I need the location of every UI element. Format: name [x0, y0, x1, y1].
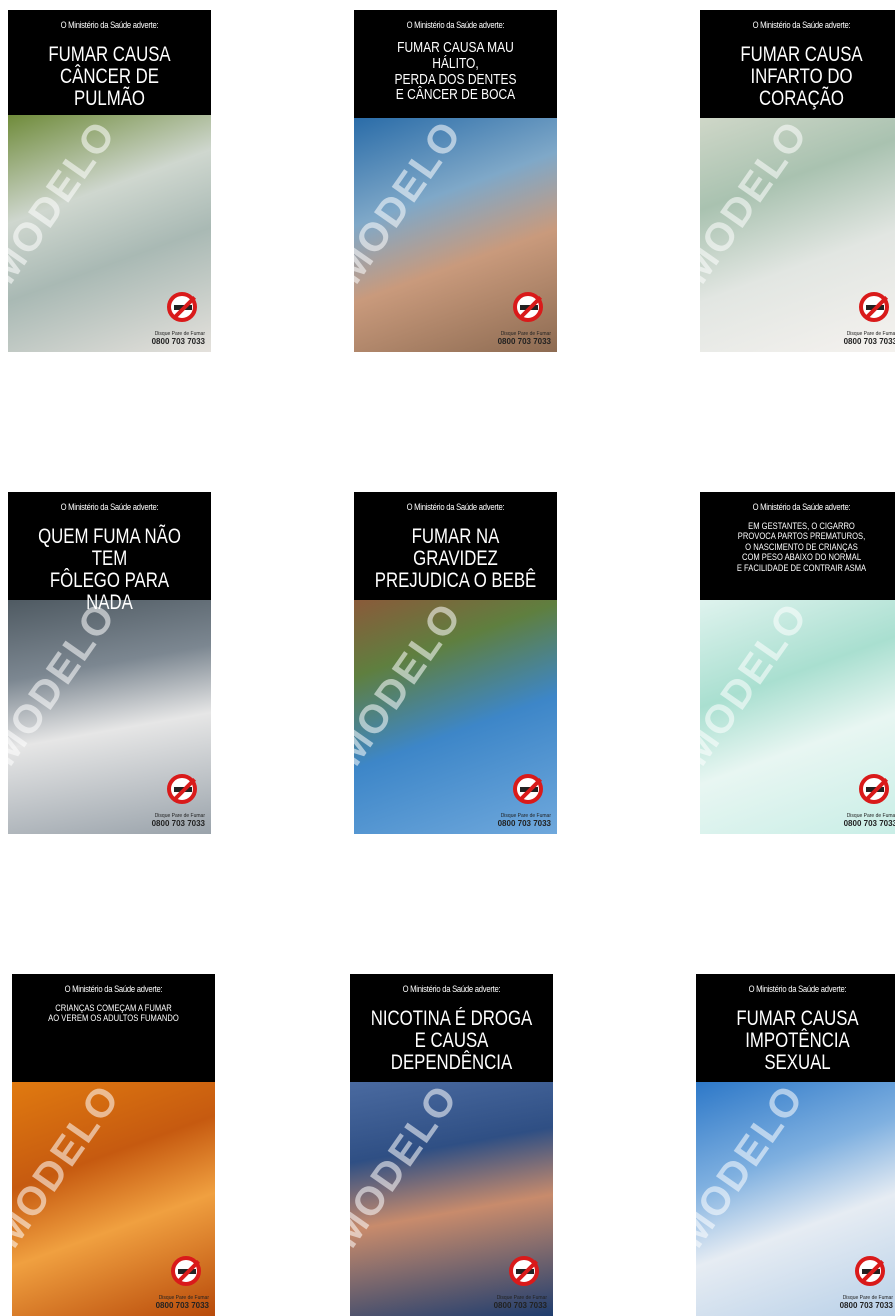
no-smoking-icon	[509, 1256, 539, 1286]
no-smoking-icon	[167, 774, 197, 804]
hotline: Disque Pare de Fumar 0800 703 7033	[843, 331, 895, 346]
card-header: O Ministério da Saúde adverte: FUMAR NA G…	[354, 492, 557, 600]
watermark: MODELO	[8, 112, 125, 292]
warning-message: CRIANÇAS COMEÇAM A FUMAR AO VEREM OS ADU…	[48, 1003, 179, 1025]
no-smoking-icon	[513, 292, 543, 322]
warning-label: O Ministério da Saúde adverte:	[752, 502, 851, 512]
warning-label: O Ministério da Saúde adverte:	[752, 20, 851, 30]
warning-label: O Ministério da Saúde adverte:	[402, 984, 501, 994]
no-smoking-icon	[513, 774, 543, 804]
warning-message: FUMAR CAUSA IMPOTÊNCIA SEXUAL	[736, 1007, 859, 1075]
hotline: Disque Pare de Fumar 0800 703 7033	[493, 1295, 547, 1310]
card-header: O Ministério da Saúde adverte: FUMAR CAUS…	[354, 10, 557, 118]
watermark: MODELO	[8, 594, 125, 774]
no-smoking-icon	[171, 1256, 201, 1286]
warning-card: MODELO O Ministério da Saúde adverte: EM G…	[700, 492, 895, 834]
warning-message: EM GESTANTES, O CIGARRO PROVOCA PARTOS P…	[736, 521, 867, 574]
watermark: MODELO	[354, 112, 471, 292]
warning-message: NICOTINA É DROGA E CAUSA DEPENDÊNCIA	[370, 1007, 533, 1075]
warning-card: MODELO O Ministério da Saúde adverte: QUEM…	[8, 492, 211, 834]
warning-label: O Ministério da Saúde adverte:	[64, 984, 163, 994]
card-header: O Ministério da Saúde adverte: FUMAR CAUS…	[696, 974, 895, 1082]
warning-card: MODELO O Ministério da Saúde adverte: FUMA…	[354, 492, 557, 834]
hotline-number: 0800 703 7033	[155, 1301, 209, 1310]
warning-message: FUMAR CAUSA INFARTO DO CORAÇÃO	[740, 43, 863, 111]
watermark: MODELO	[354, 594, 471, 774]
card-header: O Ministério da Saúde adverte: CRIANÇAS C…	[12, 974, 215, 1082]
card-header: O Ministério da Saúde adverte: FUMAR CAUS…	[8, 10, 211, 115]
no-smoking-icon	[855, 1256, 885, 1286]
no-smoking-icon	[167, 292, 197, 322]
watermark: MODELO	[700, 594, 817, 774]
hotline-number: 0800 703 7033	[843, 337, 895, 346]
hotline: Disque Pare de Fumar 0800 703 7033	[843, 813, 895, 828]
card-header: O Ministério da Saúde adverte: NICOTINA É…	[350, 974, 553, 1082]
warning-card: MODELO O Ministério da Saúde adverte: FUMA…	[700, 10, 895, 352]
hotline: Disque Pare de Fumar 0800 703 7033	[151, 813, 205, 828]
hotline: Disque Pare de Fumar 0800 703 7033	[151, 331, 205, 346]
warning-label: O Ministério da Saúde adverte:	[60, 502, 159, 512]
warning-card: MODELO O Ministério da Saúde adverte: CRIA…	[12, 974, 215, 1316]
hotline: Disque Pare de Fumar 0800 703 7033	[155, 1295, 209, 1310]
card-header: O Ministério da Saúde adverte: EM GESTANT…	[700, 492, 895, 600]
warning-card: MODELO O Ministério da Saúde adverte: FUMA…	[696, 974, 895, 1316]
hotline-number: 0800 703 7033	[151, 819, 205, 828]
card-header: O Ministério da Saúde adverte: QUEM FUMA …	[8, 492, 211, 614]
no-smoking-icon	[859, 774, 889, 804]
hotline-number: 0800 703 7033	[151, 337, 205, 346]
warning-message: QUEM FUMA NÃO TEM FÔLEGO PARA NADA	[38, 525, 181, 615]
warning-message: FUMAR CAUSA MAU HÁLITO, PERDA DOS DENTES…	[394, 39, 517, 104]
card-header: O Ministério da Saúde adverte: FUMAR CAUS…	[700, 10, 895, 118]
hotline-number: 0800 703 7033	[497, 819, 551, 828]
watermark: MODELO	[700, 112, 817, 292]
hotline: Disque Pare de Fumar 0800 703 7033	[497, 813, 551, 828]
warning-card: MODELO O Ministério da Saúde adverte: FUMA…	[8, 10, 211, 352]
watermark: MODELO	[12, 1076, 129, 1256]
hotline-number: 0800 703 7033	[839, 1301, 893, 1310]
warning-label: O Ministério da Saúde adverte:	[406, 502, 505, 512]
hotline-number: 0800 703 7033	[497, 337, 551, 346]
warning-label: O Ministério da Saúde adverte:	[748, 984, 847, 994]
warning-message: FUMAR CAUSA CÂNCER DE PULMÃO	[48, 43, 171, 111]
hotline-number: 0800 703 7033	[843, 819, 895, 828]
no-smoking-icon	[859, 292, 889, 322]
warning-card: MODELO O Ministério da Saúde adverte: NICO…	[350, 974, 553, 1316]
watermark: MODELO	[350, 1076, 467, 1256]
warning-label: O Ministério da Saúde adverte:	[60, 20, 159, 30]
warning-card: MODELO O Ministério da Saúde adverte: FUMA…	[354, 10, 557, 352]
warning-label: O Ministério da Saúde adverte:	[406, 20, 505, 30]
watermark: MODELO	[696, 1076, 813, 1256]
hotline: Disque Pare de Fumar 0800 703 7033	[497, 331, 551, 346]
hotline-number: 0800 703 7033	[493, 1301, 547, 1310]
warning-message: FUMAR NA GRAVIDEZ PREJUDICA O BEBÊ	[374, 525, 537, 593]
hotline: Disque Pare de Fumar 0800 703 7033	[839, 1295, 893, 1310]
